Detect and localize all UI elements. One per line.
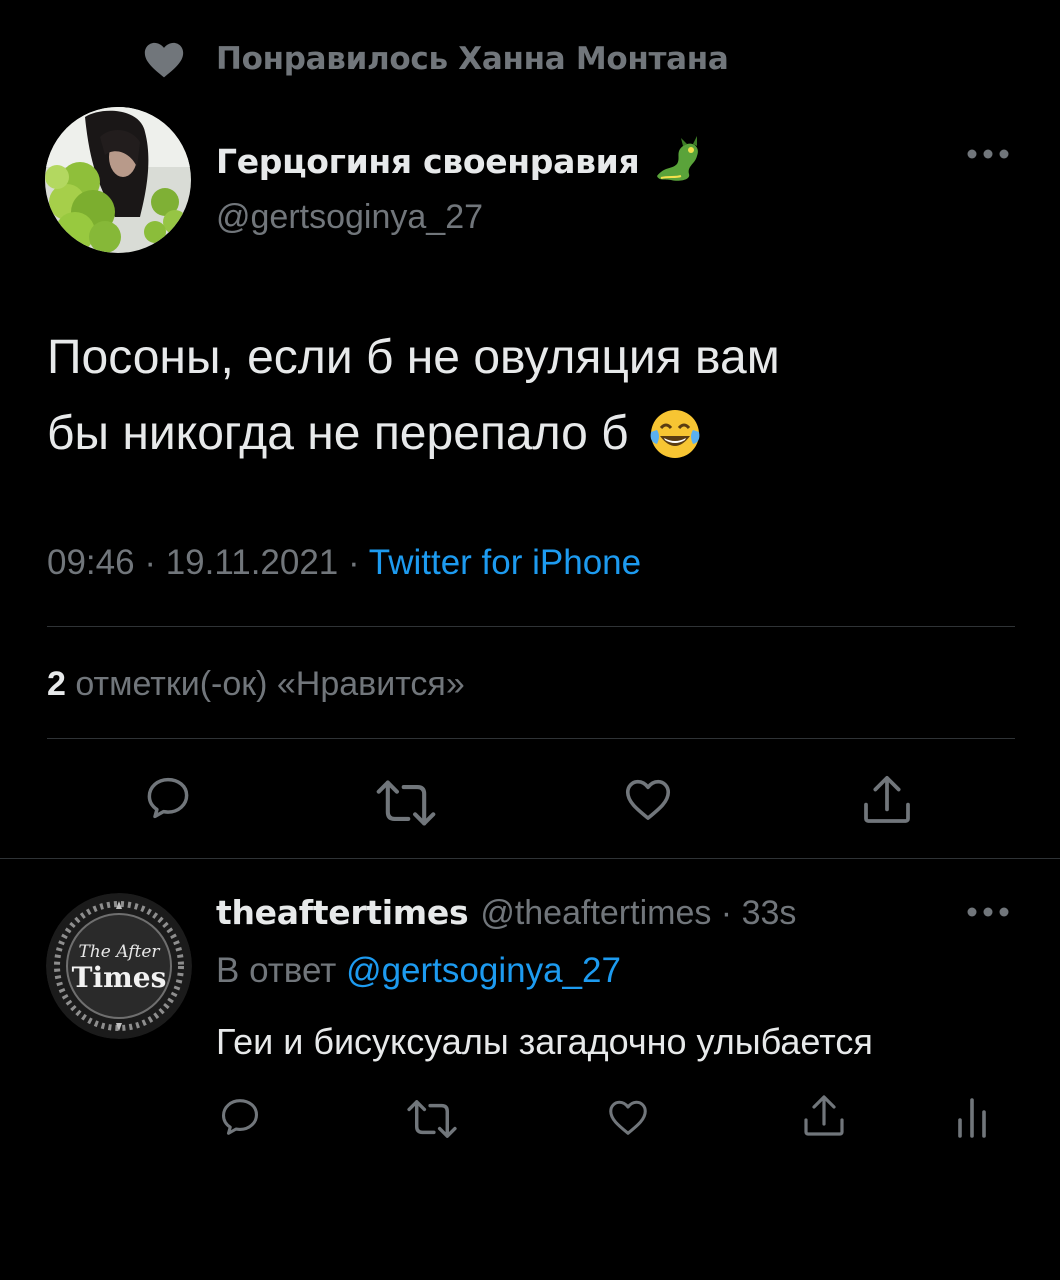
social-context-label: Понравилось Ханна Монтана	[216, 41, 729, 77]
tweet-time: 09:46	[47, 543, 135, 582]
reply-time: 33s	[741, 894, 797, 932]
likes-number: 2	[47, 665, 66, 703]
share-button[interactable]	[858, 772, 916, 828]
reply-icon	[221, 1099, 259, 1135]
reply-text: Геи и бисуксуалы загадочно улыбается	[216, 1021, 873, 1062]
retweet-button[interactable]	[404, 1098, 460, 1140]
more-options-icon[interactable]	[966, 906, 1010, 918]
svg-text:Times: Times	[72, 961, 167, 994]
meta-separator: ·	[338, 543, 369, 582]
tweet-text-line-content: бы никогда не перепало б	[47, 407, 629, 460]
tweet-author[interactable]: Герцогиня своенравия @gertsoginya_27	[216, 136, 707, 237]
retweet-icon	[376, 780, 436, 826]
divider	[47, 626, 1015, 627]
tweet-source-link[interactable]: Twitter for iPhone	[369, 543, 641, 582]
avatar-image	[45, 107, 191, 253]
meta-separator: ·	[711, 894, 742, 932]
reply-button[interactable]	[140, 772, 196, 824]
likes-count[interactable]: 2 отметки(-ок) «Нравится»	[47, 665, 465, 704]
author-handle[interactable]: @gertsoginya_27	[216, 198, 707, 237]
divider	[0, 858, 1060, 859]
divider	[47, 738, 1015, 739]
meta-separator: ·	[134, 543, 166, 582]
reply-author[interactable]: theaftertimes @theaftertimes · 33s	[216, 893, 796, 933]
author-name[interactable]: Герцогиня своенравия	[216, 142, 640, 181]
reply-author-handle: @theaftertimes · 33s	[480, 894, 796, 933]
svg-text:The After: The After	[78, 942, 160, 962]
tweet-text: Посоны, если б не овуляция вам бы никогд…	[47, 320, 1007, 472]
social-context[interactable]: Понравилось Ханна Монтана	[140, 36, 729, 82]
reply-button[interactable]	[216, 1094, 264, 1140]
reply-mention-link[interactable]: @gertsoginya_27	[346, 951, 621, 990]
face-with-tears-of-joy-icon	[650, 410, 700, 458]
analytics-icon	[958, 1098, 986, 1138]
share-button[interactable]	[800, 1092, 848, 1140]
retweet-icon	[407, 1100, 457, 1138]
avatar-image: The After Times	[46, 893, 192, 1039]
tweet-meta: 09:46 · 19.11.2021 · Twitter for iPhone	[47, 543, 641, 583]
reply-handle[interactable]: @theaftertimes	[480, 894, 711, 932]
analytics-button[interactable]	[952, 1094, 992, 1138]
tweet-text-line: Посоны, если б не овуляция вам	[47, 331, 780, 384]
like-button[interactable]	[604, 1094, 652, 1140]
more-options-icon[interactable]	[966, 148, 1010, 160]
tweet-date: 19.11.2021	[165, 543, 339, 582]
reply-prefix: В ответ	[216, 951, 347, 990]
like-button[interactable]	[620, 772, 676, 826]
reply-to: В ответ @gertsoginya_27	[216, 951, 621, 991]
share-icon	[804, 1095, 844, 1136]
like-icon	[625, 779, 671, 820]
heart-filled-icon	[144, 42, 184, 78]
share-icon	[864, 775, 910, 823]
reply-icon	[147, 777, 189, 819]
avatar[interactable]	[45, 107, 191, 253]
tweet-text-line: бы никогда не перепало б	[47, 396, 1007, 472]
reply-author-name[interactable]: theaftertimes	[216, 893, 469, 932]
avatar[interactable]: The After Times	[46, 893, 192, 1039]
retweet-button[interactable]	[374, 778, 438, 828]
like-icon	[609, 1100, 647, 1135]
dragon-emoji-icon	[657, 136, 699, 181]
likes-label: отметки(-ок) «Нравится»	[65, 665, 465, 703]
